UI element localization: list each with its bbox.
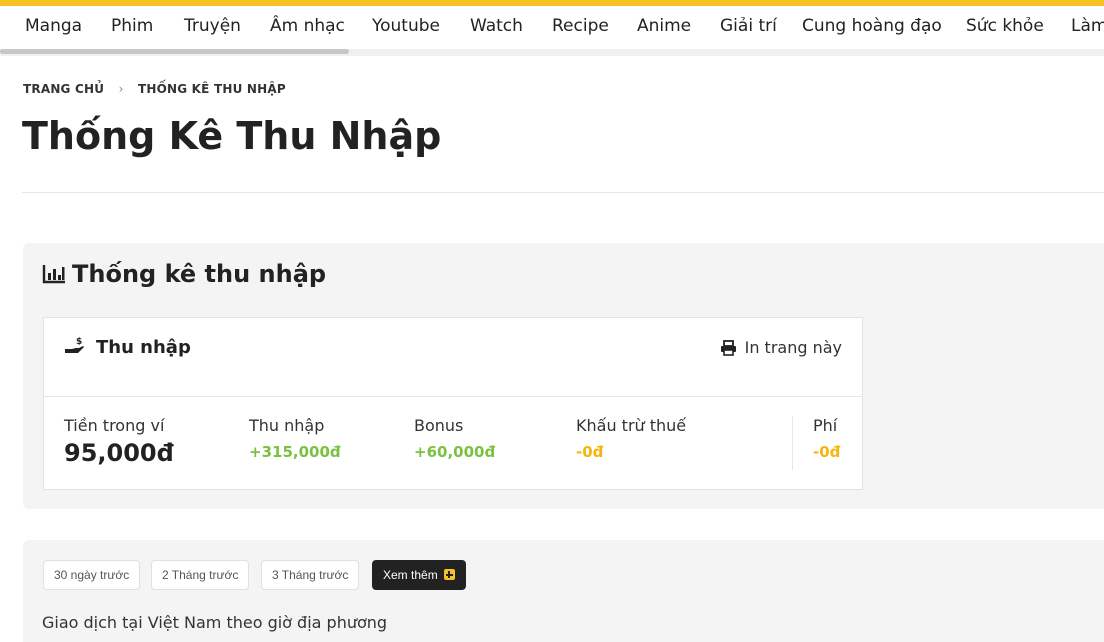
view-more-button[interactable]: Xem thêm xyxy=(372,560,466,590)
income-card: $ Thu nhập In trang này Tiền trong ví 95… xyxy=(43,317,863,490)
nav-item-anime[interactable]: Anime xyxy=(637,16,691,36)
stats-heading-text: Thống kê thu nhập xyxy=(72,260,327,288)
card-title-text: Thu nhập xyxy=(96,337,191,358)
hand-holding-dollar-icon: $ xyxy=(64,336,86,361)
svg-text:$: $ xyxy=(76,337,82,347)
stat-tax: Khấu trừ thuế -0đ xyxy=(576,416,686,461)
transactions-timezone-note: Giao dịch tại Việt Nam theo giờ địa phươ… xyxy=(42,613,388,632)
stat-wallet-label: Tiền trong ví xyxy=(64,416,165,435)
stat-fee-label: Phí xyxy=(813,416,838,435)
stat-wallet: Tiền trong ví 95,000đ xyxy=(64,416,174,467)
stat-bonus: Bonus +60,000đ xyxy=(414,416,495,461)
card-divider xyxy=(44,396,862,397)
filter-2-months-button[interactable]: 2 Tháng trước xyxy=(151,560,250,590)
chevron-right-icon: › xyxy=(118,82,124,96)
breadcrumb-home[interactable]: TRANG CHỦ xyxy=(23,82,104,96)
print-page-label: In trang này xyxy=(744,338,842,357)
card-title: $ Thu nhập xyxy=(64,336,191,361)
stat-fee: Phí -0đ xyxy=(813,416,840,461)
nav-item-suc-khoe[interactable]: Sức khỏe xyxy=(966,16,1044,36)
stats-heading: Thống kê thu nhập xyxy=(42,260,326,290)
nav-item-cung-hoang-dao[interactable]: Cung hoàng đạo xyxy=(802,16,942,36)
nav-item-watch[interactable]: Watch xyxy=(470,16,523,36)
stat-bonus-label: Bonus xyxy=(414,416,464,435)
bar-chart-icon xyxy=(42,262,66,290)
fee-divider xyxy=(792,416,793,470)
print-page-link[interactable]: In trang này xyxy=(720,338,842,360)
stat-income-value: +315,000đ xyxy=(249,443,341,461)
stat-wallet-value: 95,000đ xyxy=(64,439,174,467)
nav-item-recipe[interactable]: Recipe xyxy=(552,16,609,36)
nav-item-giai-tri[interactable]: Giải trí xyxy=(720,16,777,36)
filter-30-days-button[interactable]: 30 ngày trước xyxy=(43,560,141,590)
nav-item-phim[interactable]: Phim xyxy=(111,16,153,36)
plus-square-icon xyxy=(443,569,455,580)
breadcrumb: TRANG CHỦ › THỐNG KÊ THU NHẬP xyxy=(23,82,286,96)
stat-fee-value: -0đ xyxy=(813,443,841,461)
nav-item-am-nhac[interactable]: Âm nhạc xyxy=(270,16,345,36)
printer-icon xyxy=(720,340,737,360)
nav-item-truyen[interactable]: Truyện xyxy=(184,16,241,36)
nav-scrollbar-thumb[interactable] xyxy=(0,49,349,54)
stat-income: Thu nhập +315,000đ xyxy=(249,416,341,461)
nav-item-youtube[interactable]: Youtube xyxy=(372,16,440,36)
stat-tax-value: -0đ xyxy=(576,443,604,461)
stat-income-label: Thu nhập xyxy=(249,416,325,435)
title-divider xyxy=(22,192,1104,193)
stat-tax-label: Khấu trừ thuế xyxy=(576,416,687,435)
nav-item-manga[interactable]: Manga xyxy=(25,16,82,36)
page-title: Thống Kê Thu Nhập xyxy=(22,114,442,158)
nav-item-lam[interactable]: Làm xyxy=(1071,16,1104,36)
stat-bonus-value: +60,000đ xyxy=(414,443,496,461)
breadcrumb-current: THỐNG KÊ THU NHẬP xyxy=(137,82,286,96)
view-more-label: Xem thêm xyxy=(383,568,438,582)
category-nav: Manga Phim Truyện Âm nhạc Youtube Watch … xyxy=(0,6,1104,50)
filter-3-months-button[interactable]: 3 Tháng trước xyxy=(261,560,360,590)
